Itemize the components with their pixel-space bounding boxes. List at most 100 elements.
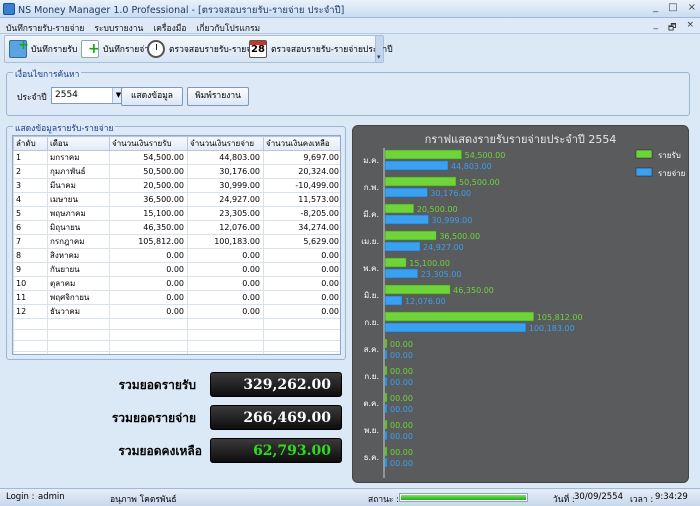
income-bar — [384, 257, 407, 268]
table-row[interactable]: 11 พฤศจิกายน 0.00 0.00 0.00 — [13, 290, 340, 305]
toolbar: บันทึกรายรับ บันทึกรายจ่าย ตรวจสอบรายรับ… — [4, 35, 393, 63]
col-header-expense[interactable]: จำนวนเงินรายจ่าย — [187, 136, 264, 151]
record-expense-button[interactable]: บันทึกรายจ่าย — [81, 39, 154, 59]
table-cell: 7 — [13, 234, 48, 249]
table-row[interactable]: 3 มีนาคม 20,500.00 30,999.00 -10,499.00 — [13, 178, 340, 193]
expense-bar — [384, 268, 419, 279]
table-cell: 0.00 — [187, 276, 264, 291]
menu-reports[interactable]: ระบบรายงาน — [94, 21, 143, 35]
table-cell: 100,183.00 — [187, 234, 264, 249]
record-income-label: บันทึกรายรับ — [31, 45, 78, 55]
table-row[interactable]: 7 กรกฎาคม 105,812.00 100,183.00 5,629.00 — [13, 234, 340, 249]
legend-expense-label: รายจ่าย — [658, 169, 685, 178]
income-data-label: 36,500.00 — [439, 232, 480, 241]
col-header-index[interactable]: ลำดับ — [13, 136, 48, 151]
table-cell: มกราคม — [47, 150, 110, 165]
search-group: เงื่อนไขการค้นหา ประจำปี 2554 ▼ แสดงข้อม… — [6, 67, 690, 116]
table-cell: 0.00 — [109, 262, 188, 277]
table-row[interactable]: 4 เมษายน 36,500.00 24,927.00 11,573.00 — [13, 192, 340, 207]
chart-svg: ม.ค. 54,500.00 44,803.00 ก.พ. 50,500.00 30,17… — [361, 148, 685, 478]
mdi-close-button[interactable]: × — [686, 20, 694, 36]
income-bar — [384, 284, 451, 295]
table-cell — [263, 318, 340, 330]
check-yearly-button[interactable]: 28 ตรวจสอบรายรับ-รายจ่ายประจำปี — [249, 39, 393, 59]
table-cell: 5 — [13, 206, 48, 221]
col-header-month[interactable]: เดือน — [47, 136, 110, 151]
category-label: พ.ย. — [364, 426, 379, 435]
expense-bar — [384, 403, 388, 414]
app-icon — [3, 3, 15, 15]
mdi-restore-button[interactable]: 🗗 — [668, 20, 676, 36]
progress-fill — [401, 495, 526, 500]
toolbar-overflow-button[interactable] — [375, 36, 383, 62]
expense-data-label: 30,176.00 — [430, 189, 471, 198]
expense-bar — [384, 160, 449, 171]
expense-bar — [384, 187, 428, 198]
table-cell: 46,350.00 — [109, 220, 188, 235]
table-row[interactable]: 10 ตุลาคม 0.00 0.00 0.00 — [13, 276, 340, 291]
table-cell: 24,927.00 — [187, 192, 264, 207]
table-cell: กรกฎาคม — [47, 234, 110, 249]
close-button[interactable]: × — [688, 2, 696, 13]
chart-panel: กราฟแสดงรายรับรายจ่ายประจำปี 2554 ม.ค. 54… — [352, 125, 689, 483]
menu-tools[interactable]: เครื่องมือ — [153, 21, 186, 35]
table-row[interactable] — [13, 318, 340, 330]
col-header-balance[interactable]: จำนวนเงินคงเหลือ — [263, 136, 340, 151]
table-cell — [13, 351, 48, 354]
table-row[interactable]: 5 พฤษภาคม 15,100.00 23,305.00 -8,205.00 — [13, 206, 340, 221]
category-label: ต.ค. — [363, 399, 379, 408]
table-row[interactable]: 6 มิถุนายน 46,350.00 12,076.00 34,274.00 — [13, 220, 340, 235]
table-row[interactable] — [13, 329, 340, 341]
expense-bar — [384, 214, 429, 225]
income-bar — [384, 392, 388, 403]
category-label: มิ.ย. — [364, 291, 379, 300]
status-label: สถานะ : — [368, 495, 400, 505]
year-select-value: 2554 — [55, 90, 78, 100]
record-income-button[interactable]: บันทึกรายรับ — [9, 38, 78, 59]
add-expense-icon — [81, 40, 100, 58]
progress-bar — [399, 493, 528, 502]
expense-data-label: 100,183.00 — [529, 324, 575, 333]
total-expense-amount: 266,469.00 — [243, 410, 331, 426]
table-row[interactable] — [13, 340, 340, 352]
table-cell — [13, 329, 48, 341]
year-select[interactable]: 2554 ▼ — [51, 87, 125, 104]
table-cell — [263, 340, 340, 352]
table-cell: 0.00 — [109, 276, 188, 291]
income-data-label: 54,500.00 — [465, 151, 506, 160]
table-cell: 20,500.00 — [109, 178, 188, 193]
table-row[interactable]: 1 มกราคม 54,500.00 44,803.00 9,697.00 — [13, 150, 340, 165]
table-cell — [13, 318, 48, 330]
table-cell — [109, 340, 188, 352]
data-grid[interactable]: ลำดับ เดือน จำนวนเงินรายรับ จำนวนเงินราย… — [12, 135, 341, 355]
print-report-button[interactable]: พิมพ์รายงาน — [187, 87, 249, 106]
table-row[interactable] — [13, 351, 340, 354]
table-row[interactable]: 12 ธันวาคม 0.00 0.00 0.00 — [13, 304, 340, 319]
expense-data-label: 44,803.00 — [451, 162, 492, 171]
income-bar — [384, 365, 388, 376]
check-income-expense-button[interactable]: ตรวจสอบรายรับ-รายจ่าย — [147, 39, 261, 59]
menu-record-income-expense[interactable]: บันทึกรายรับ-รายจ่าย — [6, 21, 84, 35]
table-cell: 0.00 — [263, 248, 340, 263]
table-cell — [13, 340, 48, 352]
total-income-label: รวมยอดรายรับ — [118, 378, 196, 392]
income-data-label: 50,500.00 — [459, 178, 500, 187]
expense-data-label: 30,999.00 — [432, 216, 473, 225]
table-row[interactable]: 8 สิงหาคม 0.00 0.00 0.00 — [13, 248, 340, 263]
table-cell: สิงหาคม — [47, 248, 110, 263]
income-data-label: 15,100.00 — [409, 259, 450, 268]
menu-about[interactable]: เกี่ยวกับโปรแกรม — [196, 21, 260, 35]
table-cell — [187, 351, 264, 354]
table-row[interactable]: 9 กันยายน 0.00 0.00 0.00 — [13, 262, 340, 277]
table-cell: 3 — [13, 178, 48, 193]
table-cell: กุมภาพันธ์ — [47, 164, 110, 179]
income-data-label: 20,500.00 — [417, 205, 458, 214]
mdi-minimize-button[interactable]: _ — [654, 20, 659, 36]
show-data-button[interactable]: แสดงข้อมูล — [121, 87, 183, 106]
col-header-income[interactable]: จำนวนเงินรายรับ — [109, 136, 188, 151]
total-balance-label: รวมยอดคงเหลือ — [118, 444, 202, 458]
minimize-button[interactable]: _ — [653, 2, 658, 13]
maximize-button[interactable]: □ — [668, 2, 677, 13]
table-cell: 30,176.00 — [187, 164, 264, 179]
table-row[interactable]: 2 กุมภาพันธ์ 50,500.00 30,176.00 20,324.00 — [13, 164, 340, 179]
